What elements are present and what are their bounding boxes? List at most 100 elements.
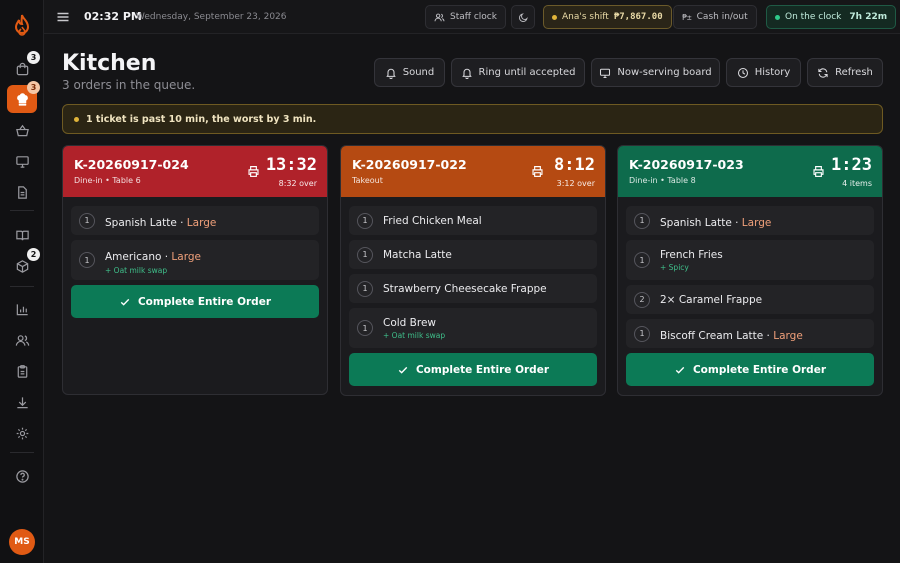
sidebar-item-reports[interactable] xyxy=(7,295,37,323)
theme-toggle-button[interactable] xyxy=(511,5,535,29)
download-icon xyxy=(16,396,28,408)
users-icon xyxy=(15,334,29,346)
sound-button[interactable]: Sound xyxy=(374,58,445,87)
complete-order-label: Complete Entire Order xyxy=(415,363,550,376)
cash-in-out-button[interactable]: ₱± Cash in/out xyxy=(673,5,757,29)
complete-order-button[interactable]: Complete Entire Order xyxy=(626,353,874,386)
list-item[interactable]: 1 Spanish Latte · Large xyxy=(626,206,874,235)
card-spacer xyxy=(63,318,327,394)
ticket-items: 1 Spanish Latte · Large 1 French Fries +… xyxy=(618,197,882,348)
item-size: Large xyxy=(171,251,201,263)
item-qty: 1 xyxy=(357,212,373,229)
sidebar-item-basket[interactable] xyxy=(7,116,37,144)
sidebar-item-help[interactable] xyxy=(7,462,37,490)
item-size: Large xyxy=(186,217,217,229)
list-item[interactable]: 1 Strawberry Cheesecake Frappe xyxy=(349,274,597,303)
ticket-header: K-20260917-023 Dine-in • Table 8 1:23 4 … xyxy=(618,146,882,197)
sidebar-item-settings[interactable] xyxy=(7,419,37,447)
now-serving-board-button[interactable]: Now-serving board xyxy=(591,58,720,87)
printer-icon[interactable] xyxy=(531,165,544,178)
hamburger-menu-icon[interactable] xyxy=(56,10,70,24)
shift-amount: ₱7,867.00 xyxy=(613,12,663,22)
sidebar-item-display[interactable] xyxy=(7,147,37,175)
item-separator: · xyxy=(763,330,774,342)
refresh-button[interactable]: Refresh xyxy=(807,58,883,87)
shift-label: Ana's shift xyxy=(562,12,609,22)
list-item[interactable]: 1 Matcha Latte xyxy=(349,240,597,269)
item-name: Matcha Latte xyxy=(383,248,452,261)
sound-label: Sound xyxy=(402,67,435,78)
on-clock-status-dot xyxy=(775,14,780,20)
moon-icon xyxy=(518,12,528,22)
peso-plus-minus-icon: ₱± xyxy=(682,12,692,22)
check-icon xyxy=(398,366,408,374)
history-button[interactable]: History xyxy=(726,58,801,87)
item-qty: 1 xyxy=(357,246,373,263)
complete-order-button[interactable]: Complete Entire Order xyxy=(71,285,319,318)
complete-order-button[interactable]: Complete Entire Order xyxy=(349,353,597,386)
monitor-icon xyxy=(600,68,611,78)
check-icon xyxy=(675,366,685,374)
ticket-items: 1 Spanish Latte · Large 1 Americano · La… xyxy=(63,197,327,280)
bag-icon xyxy=(16,62,28,75)
sidebar-item-downloads[interactable] xyxy=(7,388,37,416)
sidebar-item-clipboard[interactable] xyxy=(7,357,37,385)
gear-icon xyxy=(16,427,28,439)
sidebar-item-documents[interactable] xyxy=(7,178,37,206)
list-item[interactable]: 1 Americano · Large + Oat milk swap xyxy=(71,240,319,280)
card-spacer xyxy=(341,386,605,395)
printer-icon[interactable] xyxy=(247,165,260,178)
on-clock-duration: 7h 22m xyxy=(849,12,888,22)
on-the-clock-button[interactable]: On the clock 7h 22m xyxy=(766,5,897,29)
sidebar-item-staff[interactable] xyxy=(7,326,37,354)
item-size: Large xyxy=(741,217,772,229)
now-serving-label: Now-serving board xyxy=(617,67,712,78)
sidebar-divider xyxy=(10,210,34,211)
list-item[interactable]: 1 Spanish Latte · Large xyxy=(71,206,319,235)
shift-status-dot xyxy=(552,14,557,20)
ticket-card: K-20260917-024 Dine-in • Table 6 13:32 8… xyxy=(62,145,328,395)
alert-text: 1 ticket is past 10 min, the worst by 3 … xyxy=(86,113,317,125)
item-name: Strawberry Cheesecake Frappe xyxy=(383,282,547,295)
sidebar-item-menu-book[interactable] xyxy=(7,221,37,249)
list-item[interactable]: 1 French Fries + Spicy xyxy=(626,240,874,280)
printer-icon[interactable] xyxy=(812,165,825,178)
item-qty: 1 xyxy=(79,252,95,268)
list-item[interactable]: 2 2× Caramel Frappe xyxy=(626,285,874,314)
item-modifier: + Oat milk swap xyxy=(383,330,446,340)
sidebar-item-inventory[interactable]: 2 xyxy=(7,248,40,280)
ticket-status: 3:12 over xyxy=(556,179,595,188)
users-icon xyxy=(434,13,445,21)
avatar[interactable]: MS xyxy=(9,529,35,555)
staff-clock-button[interactable]: Staff clock xyxy=(425,5,506,29)
ticket-timer: 1:23 xyxy=(831,155,872,175)
item-name: Fried Chicken Meal xyxy=(383,214,482,227)
chef-hat-icon xyxy=(16,92,28,106)
item-qty: 1 xyxy=(634,212,650,229)
sidebar-item-orders[interactable]: 3 xyxy=(7,51,40,83)
box-icon xyxy=(16,259,28,273)
item-separator: · xyxy=(176,217,187,229)
ticket-card: K-20260917-022 Takeout 8:12 3:12 over 1 … xyxy=(340,145,606,396)
card-spacer xyxy=(618,386,882,395)
list-item[interactable]: 1 Cold Brew + Oat milk swap xyxy=(349,308,597,348)
list-item[interactable]: 1 Fried Chicken Meal xyxy=(349,206,597,235)
complete-order-label: Complete Entire Order xyxy=(137,295,272,308)
item-name: Cold Brew xyxy=(383,316,437,329)
shift-summary-button[interactable]: Ana's shift ₱7,867.00 xyxy=(543,5,672,29)
bar-chart-icon xyxy=(16,303,28,315)
clipboard-icon xyxy=(17,364,27,378)
ring-until-accepted-button[interactable]: Ring until accepted xyxy=(451,58,585,87)
item-qty: 2 xyxy=(634,291,650,308)
item-name: Americano xyxy=(105,251,162,263)
inventory-badge: 2 xyxy=(27,248,40,261)
refresh-label: Refresh xyxy=(835,67,873,78)
item-qty: 1 xyxy=(357,280,373,297)
item-qty: 1 xyxy=(357,320,373,336)
ticket-card: K-20260917-023 Dine-in • Table 8 1:23 4 … xyxy=(617,145,883,396)
sidebar-item-kitchen[interactable]: 3 xyxy=(7,81,40,113)
list-item[interactable]: 1 Biscoff Cream Latte · Large xyxy=(626,319,874,348)
sidebar-divider xyxy=(10,452,34,453)
item-modifier: + Oat milk swap xyxy=(105,266,168,275)
item-name: Spanish Latte xyxy=(105,217,177,229)
